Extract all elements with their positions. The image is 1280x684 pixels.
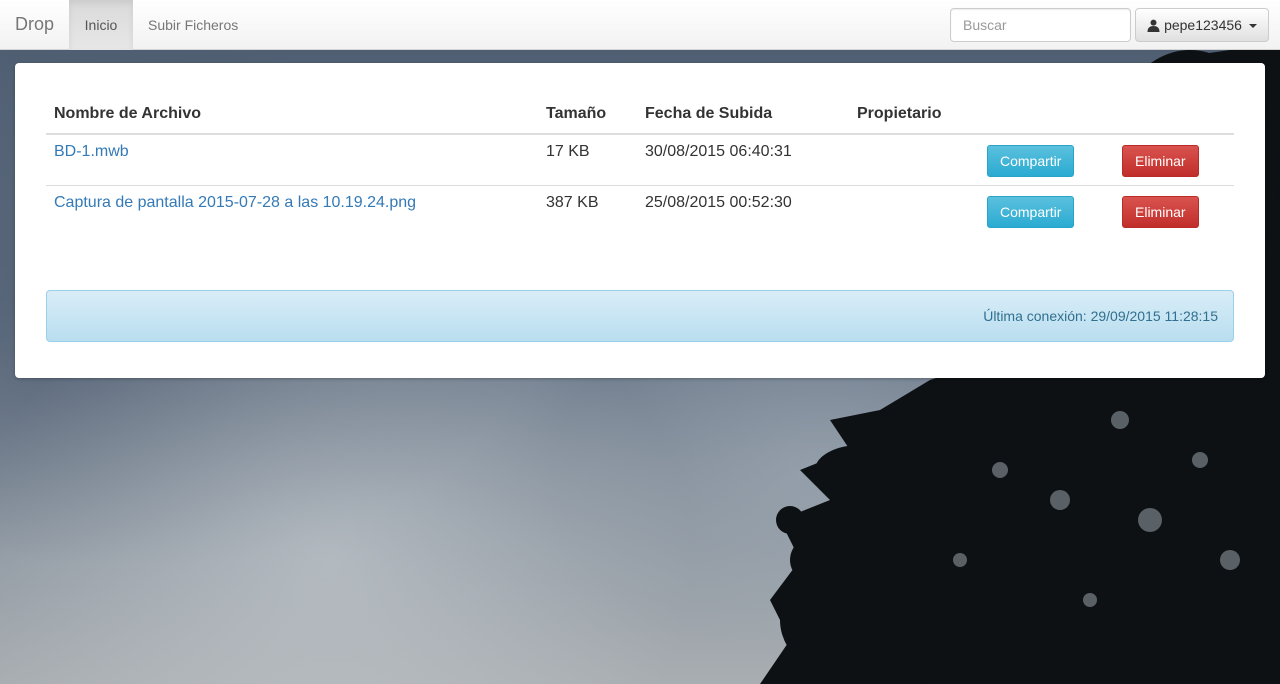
last-connection-text: Última conexión: 29/09/2015 11:28:15	[983, 308, 1218, 324]
file-date: 25/08/2015 00:52:30	[637, 185, 849, 236]
share-button[interactable]: Compartir	[987, 145, 1075, 177]
files-table: Nombre de Archivo Tamaño Fecha de Subida…	[46, 91, 1234, 236]
file-size: 17 KB	[546, 143, 590, 160]
column-header-share	[979, 91, 1114, 135]
column-header-delete	[1114, 91, 1234, 135]
delete-button[interactable]: Eliminar	[1122, 145, 1199, 177]
user-name: pepe123456	[1164, 17, 1242, 33]
column-header-size: Tamaño	[538, 91, 637, 135]
file-owner	[849, 134, 979, 186]
navbar: Drop Inicio Subir Ficheros pepe123456	[0, 0, 1280, 50]
nav-item-inicio[interactable]: Inicio	[69, 0, 133, 50]
user-menu-button[interactable]: pepe123456	[1135, 8, 1269, 42]
delete-button[interactable]: Eliminar	[1122, 196, 1199, 228]
user-icon	[1147, 19, 1160, 32]
files-panel: Nombre de Archivo Tamaño Fecha de Subida…	[15, 63, 1265, 378]
nav-item-subir-ficheros[interactable]: Subir Ficheros	[133, 0, 253, 50]
table-row: Captura de pantalla 2015-07-28 a las 10.…	[46, 185, 1234, 236]
file-date: 30/08/2015 06:40:31	[645, 143, 792, 160]
share-button[interactable]: Compartir	[987, 196, 1075, 228]
table-row: BD-1.mwb 17 KB 30/08/2015 06:40:31 Compa…	[46, 134, 1234, 186]
table-header-row: Nombre de Archivo Tamaño Fecha de Subida…	[46, 91, 1234, 135]
column-header-date: Fecha de Subida	[637, 91, 849, 135]
file-owner	[849, 185, 979, 236]
search-input[interactable]	[950, 8, 1131, 42]
file-size: 387 KB	[538, 185, 637, 236]
chevron-down-icon	[1248, 24, 1257, 28]
file-link[interactable]: BD-1.mwb	[54, 143, 129, 160]
file-link[interactable]: Captura de pantalla 2015-07-28 a las 10.…	[54, 194, 416, 211]
last-connection-alert: Última conexión: 29/09/2015 11:28:15	[46, 290, 1234, 342]
column-header-owner: Propietario	[849, 91, 979, 135]
brand-logo[interactable]: Drop	[15, 14, 54, 35]
column-header-name: Nombre de Archivo	[46, 91, 538, 135]
